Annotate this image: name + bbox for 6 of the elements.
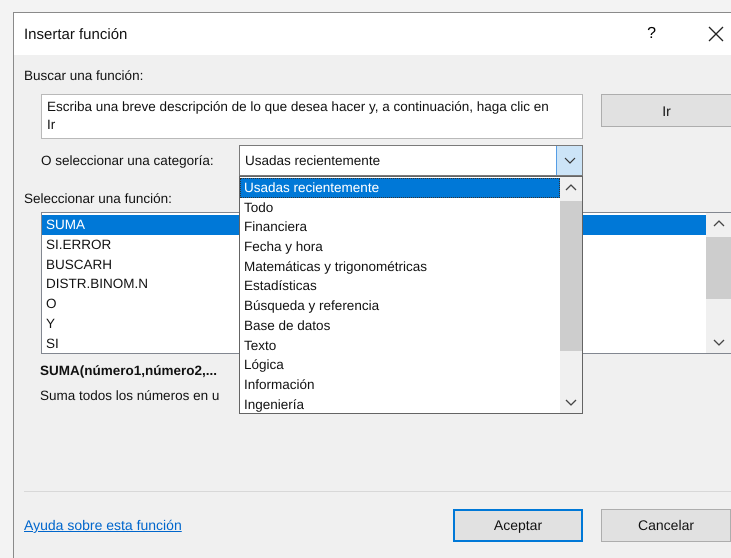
category-label: O seleccionar una categoría:	[41, 152, 215, 170]
window-title: Insertar función	[24, 26, 128, 42]
function-description: Suma todos los números en u	[40, 387, 220, 405]
function-list-label: Seleccionar una función:	[24, 190, 172, 208]
function-signature: SUMA(número1,número2,...	[40, 362, 218, 380]
search-label: Buscar una función:	[24, 67, 144, 85]
